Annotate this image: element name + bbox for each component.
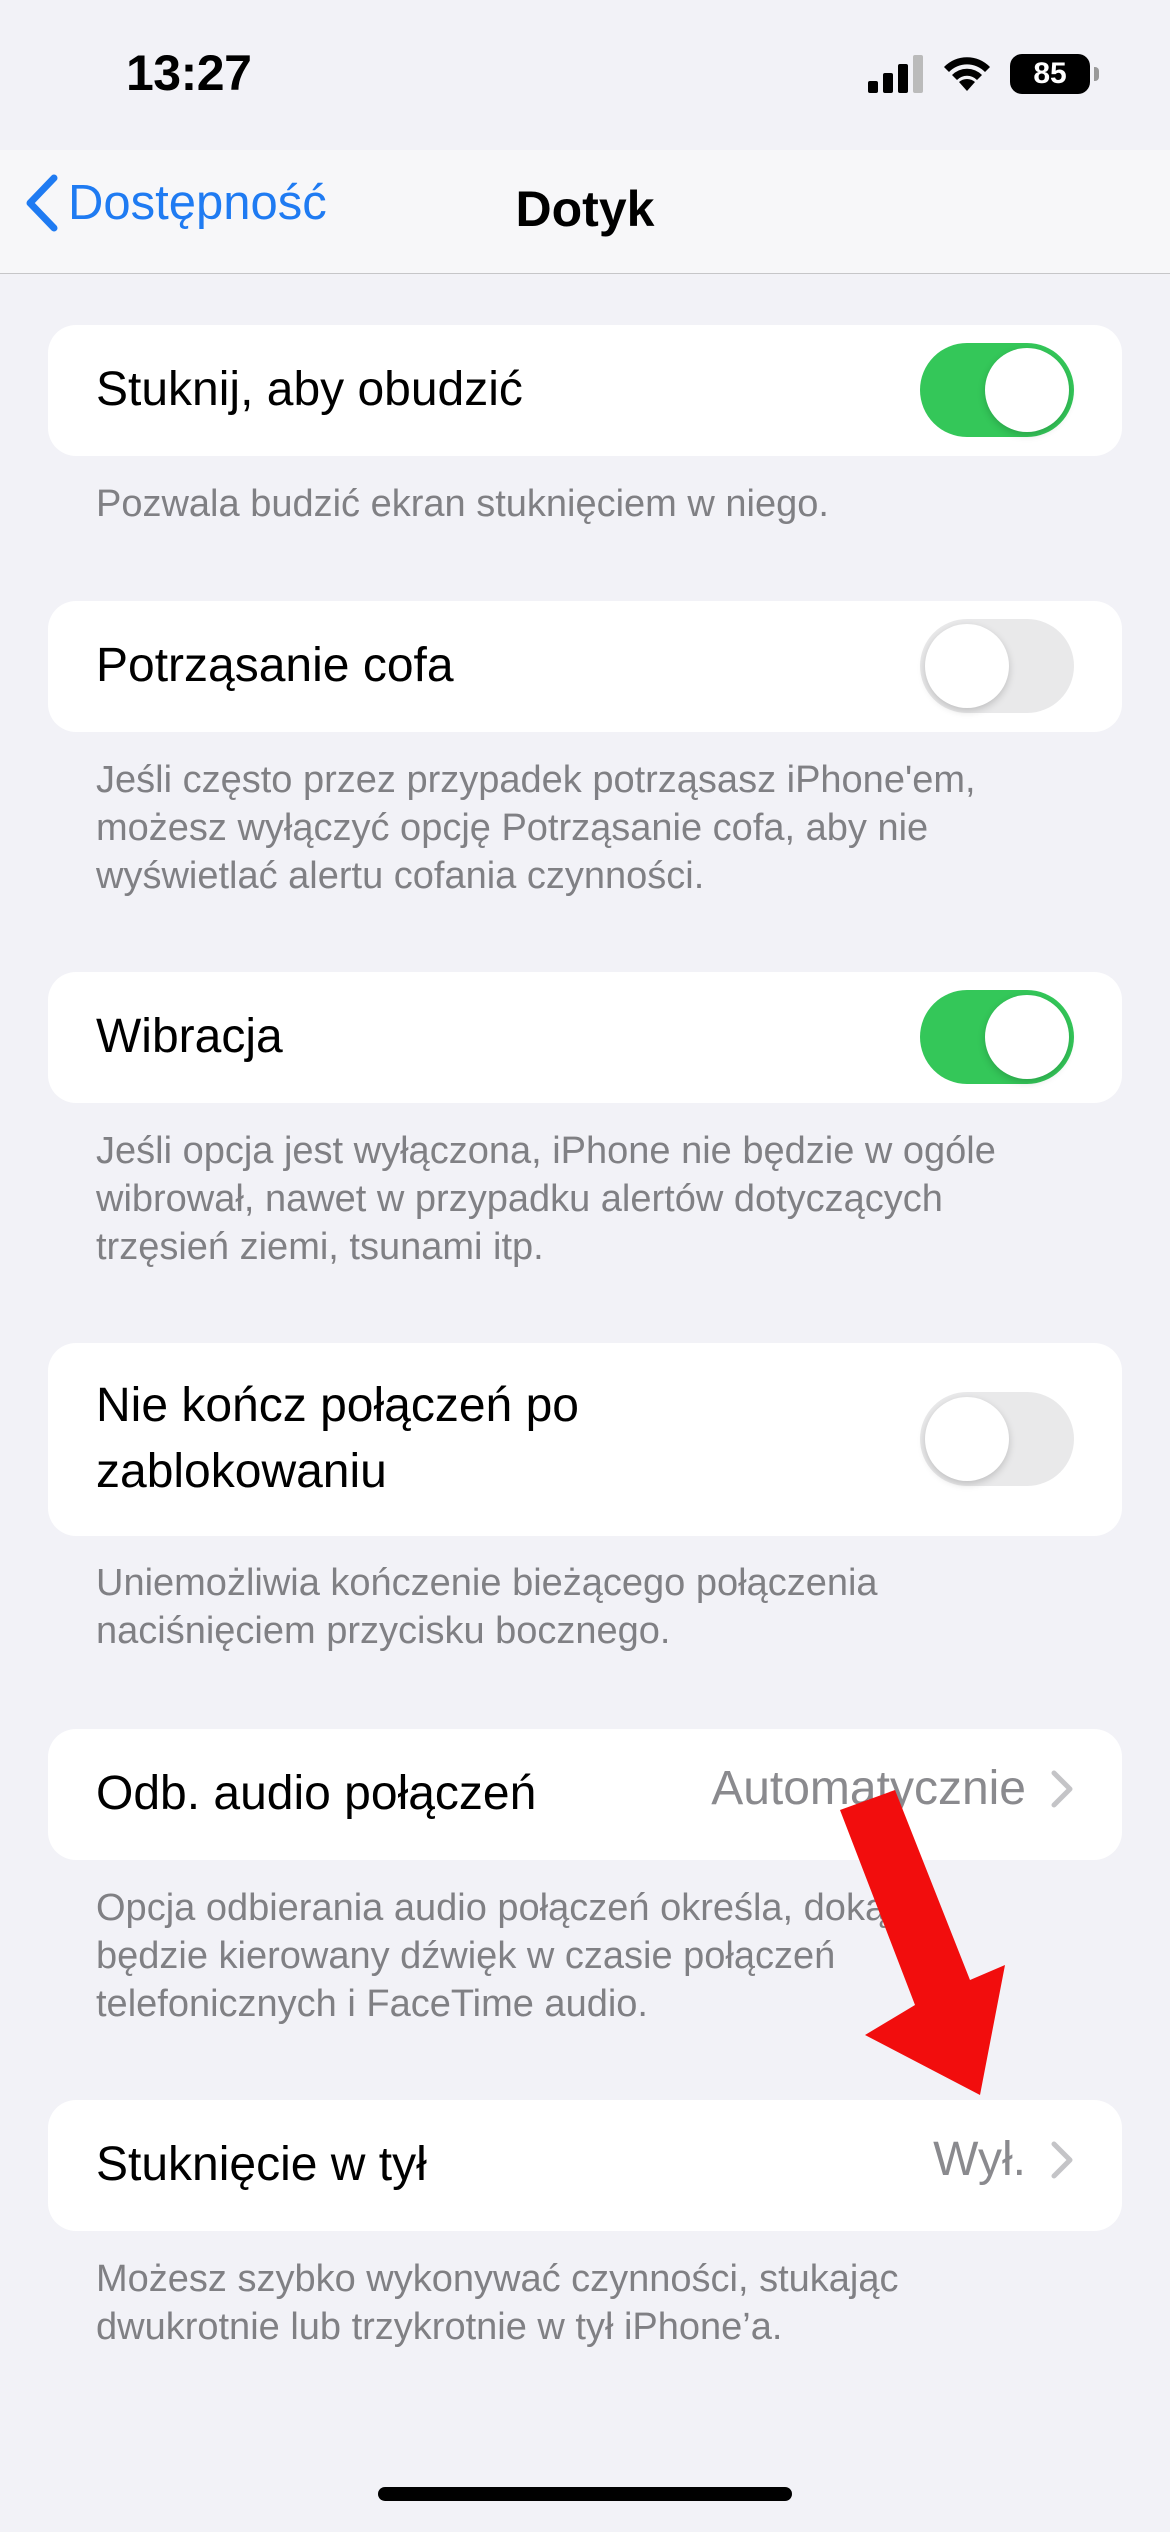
setting-vibration: Wibracja	[48, 972, 1122, 1103]
setting-label: Stuknij, aby obudzić	[96, 363, 523, 416]
setting-label: Stuknięcie w tył	[96, 2138, 427, 2191]
footer-line: wibrował, nawet w przypadku alertów doty…	[96, 1178, 943, 1220]
red-arrow-annotation	[840, 1790, 1005, 2095]
status-bar: 13:27 85	[0, 0, 1170, 150]
footer-line: wyświetlać alertu cofania czynności.	[96, 855, 705, 897]
shake-to-undo-toggle[interactable]	[920, 619, 1074, 713]
setting-shake-to-undo: Potrząsanie cofa	[48, 601, 1122, 732]
setting-label-line: Nie kończ połączeń po	[96, 1379, 579, 1432]
tap-to-wake-footer: Pozwala budzić ekran stuknięciem w niego…	[96, 480, 1086, 528]
toggle-knob	[985, 995, 1069, 1079]
footer-line: Pozwala budzić ekran stuknięciem w niego…	[96, 483, 829, 525]
setting-label: Nie kończ połączeń po zablokowaniu	[96, 1373, 579, 1505]
setting-tap-to-wake: Stuknij, aby obudzić	[48, 325, 1122, 456]
prevent-lock-end-call-toggle[interactable]	[920, 1392, 1074, 1486]
setting-label-line: zablokowaniu	[96, 1445, 387, 1498]
setting-label: Potrząsanie cofa	[96, 639, 454, 692]
footer-line: trzęsień ziemi, tsunami itp.	[96, 1226, 544, 1268]
footer-line: Uniemożliwia kończenie bieżącego połącze…	[96, 1562, 878, 1604]
page-title: Dotyk	[515, 181, 655, 237]
footer-line: Jeśli opcja jest wyłączona, iPhone nie b…	[96, 1130, 996, 1172]
setting-label: Odb. audio połączeń	[96, 1767, 537, 1820]
tap-to-wake-toggle[interactable]	[920, 343, 1074, 437]
home-indicator	[378, 2487, 792, 2501]
back-tap-value-area: Wył.	[933, 2132, 1074, 2187]
prevent-lock-end-call-footer: Uniemożliwia kończenie bieżącego połącze…	[96, 1559, 1086, 1655]
footer-line: możesz wyłączyć opcję Potrząsanie cofa, …	[96, 807, 929, 849]
battery-icon: 85	[1010, 54, 1099, 94]
setting-value: Wył.	[933, 2133, 1026, 2186]
footer-line: Jeśli często przez przypadek potrząsasz …	[96, 759, 976, 801]
chevron-right-icon	[1051, 2141, 1073, 2178]
cellular-signal-icon	[868, 55, 923, 93]
toggle-knob	[985, 348, 1069, 432]
status-icons: 85	[868, 54, 1099, 94]
shake-to-undo-footer: Jeśli często przez przypadek potrząsasz …	[96, 756, 1086, 900]
vibration-toggle[interactable]	[920, 990, 1074, 1084]
navigation-bar: Dostępność Dotyk	[0, 150, 1170, 274]
toggle-knob	[925, 624, 1009, 708]
vibration-footer: Jeśli opcja jest wyłączona, iPhone nie b…	[96, 1127, 1086, 1271]
setting-back-tap[interactable]: Stuknięcie w tył Wył.	[48, 2100, 1122, 2231]
wifi-icon	[944, 57, 990, 91]
footer-line: dwukrotnie lub trzykrotnie w tył iPhone’…	[96, 2306, 783, 2348]
footer-line: naciśnięciem przycisku bocznego.	[96, 1610, 671, 1652]
setting-prevent-lock-end-call: Nie kończ połączeń po zablokowaniu	[48, 1343, 1122, 1536]
toggle-knob	[925, 1397, 1009, 1481]
battery-level: 85	[1033, 57, 1067, 90]
chevron-right-icon	[1051, 1770, 1073, 1807]
back-tap-footer: Możesz szybko wykonywać czynności, stuka…	[96, 2255, 1086, 2351]
status-time: 13:27	[126, 45, 252, 101]
setting-label: Wibracja	[96, 1010, 283, 1063]
footer-line: Możesz szybko wykonywać czynności, stuka…	[96, 2258, 899, 2300]
